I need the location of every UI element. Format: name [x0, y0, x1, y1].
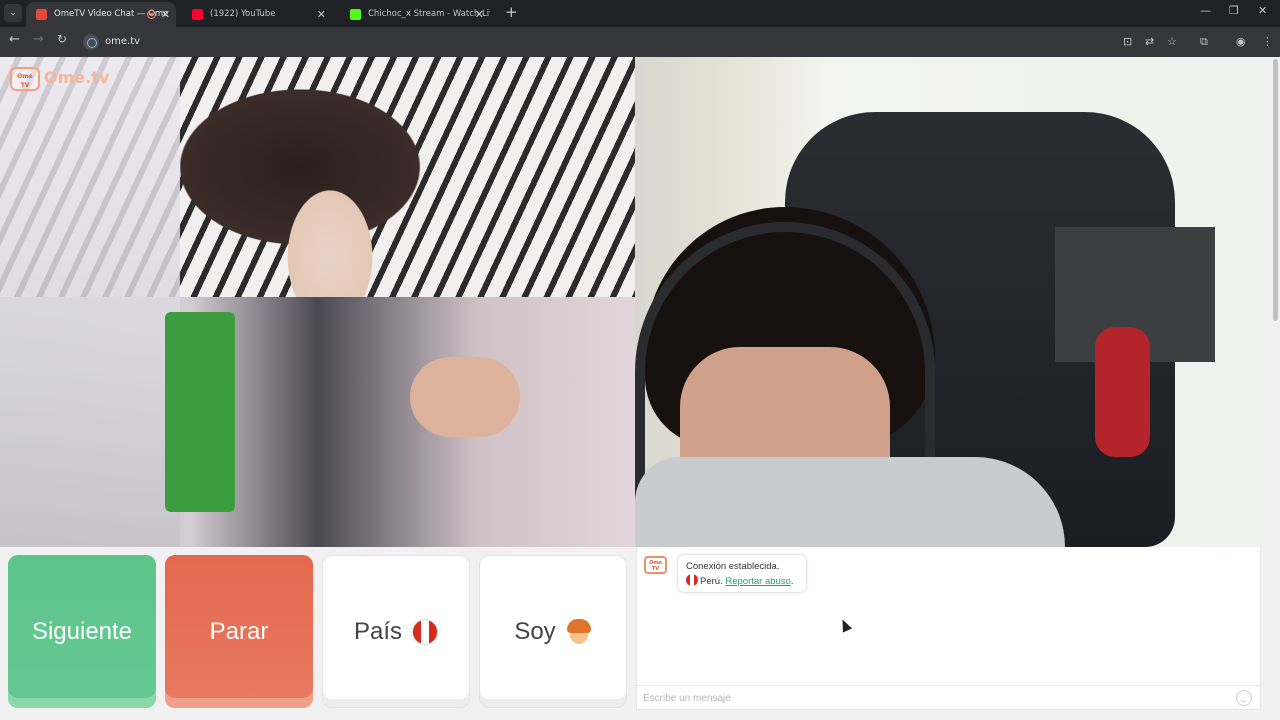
gender-select-button[interactable]: Soy: [479, 555, 627, 708]
tab-title: Chichoc_x Stream - Watch Live: [368, 9, 490, 19]
scrollbar-thumb[interactable]: [1273, 59, 1278, 321]
logo-text: Ome.tv: [44, 68, 110, 87]
country-name: Perú.: [700, 576, 723, 587]
remote-video-window-light: [0, 57, 180, 547]
message-input[interactable]: [643, 689, 1223, 707]
message-input-bar: [637, 685, 1260, 710]
remote-video-hand: [410, 357, 520, 437]
gender-button-label: Soy: [514, 617, 556, 645]
next-button-label: Siguiente: [31, 617, 133, 645]
forward-icon[interactable]: →: [33, 32, 44, 47]
ometv-page: Ome TV Ome.tv Siguiente Parar País Soy O…: [0, 57, 1280, 720]
ometv-favicon-icon: [36, 9, 47, 20]
restore-icon[interactable]: ❐: [1229, 4, 1239, 17]
address-bar[interactable]: ome.tv: [80, 31, 1120, 53]
reload-icon[interactable]: ↻: [57, 32, 67, 46]
tab-ometv[interactable]: OmeTV Video Chat — Ome ✕: [26, 2, 176, 27]
stop-button[interactable]: Parar: [165, 555, 313, 708]
extensions-icon[interactable]: ⧉: [1200, 35, 1208, 49]
browser-tabstrip: ⌄ OmeTV Video Chat — Ome ✕ (1922) YouTub…: [0, 0, 1280, 27]
youtube-favicon-icon: [192, 9, 203, 20]
install-app-icon[interactable]: ⊡: [1123, 35, 1132, 48]
connection-message: Conexión establecida.: [686, 561, 780, 572]
remote-video: Ome TV Ome.tv: [0, 57, 635, 547]
translate-icon[interactable]: ⇄: [1145, 35, 1154, 48]
tab-search-button[interactable]: ⌄: [4, 4, 22, 22]
chair-red-panel: [1095, 327, 1150, 457]
close-tab-icon[interactable]: ✕: [475, 2, 484, 27]
kick-favicon-icon: [350, 9, 361, 20]
stop-button-label: Parar: [209, 617, 269, 645]
tab-kick-stream[interactable]: Chichoc_x Stream - Watch Live ✕: [340, 2, 490, 27]
user-shirt: [635, 457, 1065, 547]
browser-toolbar: ← → ↻ ome.tv ⊡ ⇄ ☆ ⧉ ◉ ⋮: [0, 27, 1280, 57]
browser-menu-icon[interactable]: ⋮: [1262, 35, 1273, 48]
chat-panel: Ome TV Conexión establecida. Perú. Repor…: [636, 547, 1261, 710]
system-message-bubble: Conexión establecida. Perú. Reportar abu…: [678, 555, 806, 592]
tab-youtube[interactable]: (1922) YouTube ✕: [182, 2, 332, 27]
page-scrollbar[interactable]: [1270, 57, 1280, 720]
country-button-label: País: [353, 617, 403, 645]
boy-emoji-icon: [566, 618, 592, 645]
remote-video-green-object: [165, 312, 235, 512]
window-close-icon[interactable]: ✕: [1258, 4, 1267, 17]
back-icon[interactable]: ←: [9, 32, 20, 47]
mouse-cursor-icon: [837, 617, 853, 633]
peru-flag-icon: [686, 574, 698, 586]
local-video: [635, 57, 1270, 547]
next-button[interactable]: Siguiente: [8, 555, 156, 708]
url-text: ome.tv: [105, 36, 141, 47]
close-tab-icon[interactable]: ✕: [161, 2, 170, 27]
tab-title: (1922) YouTube: [210, 9, 276, 19]
close-tab-icon[interactable]: ✕: [317, 2, 326, 27]
country-report-line: Perú. Reportar abuso.: [686, 574, 806, 589]
country-filter-button[interactable]: País: [322, 555, 470, 708]
site-info-icon[interactable]: [83, 34, 99, 50]
profile-avatar[interactable]: ◉: [1236, 35, 1246, 48]
emoji-picker-icon[interactable]: [1236, 690, 1252, 706]
new-tab-plus-icon[interactable]: +: [505, 3, 518, 21]
ometv-system-avatar: Ome TV: [644, 556, 667, 574]
recording-icon: [147, 10, 156, 19]
peru-flag-icon: [412, 618, 439, 645]
minimize-icon[interactable]: —: [1200, 4, 1211, 17]
report-abuse-link[interactable]: Reportar abuso: [725, 576, 790, 587]
report-suffix: .: [790, 576, 794, 587]
logo-badge-icon: Ome TV: [10, 67, 40, 91]
bookmark-star-icon[interactable]: ☆: [1167, 35, 1177, 48]
